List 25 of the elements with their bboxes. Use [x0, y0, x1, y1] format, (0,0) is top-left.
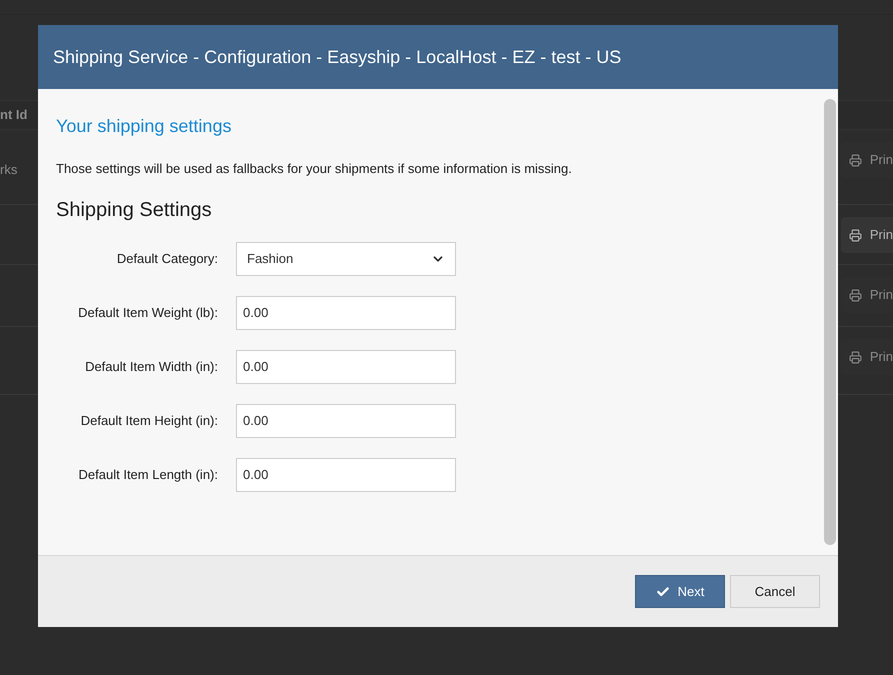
- check-icon: [656, 584, 670, 598]
- section-heading: Your shipping settings: [56, 115, 232, 138]
- field-label: Default Item Height (in):: [80, 412, 218, 430]
- printer-icon: [848, 228, 862, 242]
- input-field[interactable]: 0.00: [236, 350, 456, 384]
- cancel-button[interactable]: Cancel: [730, 575, 820, 608]
- dialog-title: Shipping Service - Configuration - Easyship - LocalHost - EZ - test - US: [53, 46, 622, 69]
- input-field[interactable]: 0.00: [236, 296, 456, 330]
- field-label: Default Item Weight (lb):: [77, 304, 218, 322]
- description: Those settings will be used as fallbacks for your shipments if some information is missing.: [56, 160, 573, 178]
- printer-icon: [848, 288, 862, 302]
- next-button[interactable]: Next: [635, 575, 725, 608]
- table-cell-text: rks: [0, 161, 18, 179]
- column-header: nt Id: [0, 106, 28, 124]
- form-title: Shipping Settings: [56, 198, 213, 222]
- field-label: Default Item Length (in):: [78, 466, 218, 484]
- category-select[interactable]: Fashion: [236, 242, 456, 276]
- field-label: Default Item Width (in):: [84, 358, 218, 376]
- input-field[interactable]: 0.00: [236, 404, 456, 438]
- input-field[interactable]: 0.00: [236, 458, 456, 492]
- scrollbar[interactable]: [824, 99, 836, 545]
- print-button[interactable]: Prin: [840, 217, 893, 253]
- printer-icon: [848, 350, 862, 364]
- field-label: Default Category:: [116, 250, 218, 268]
- printer-icon: [848, 154, 862, 166]
